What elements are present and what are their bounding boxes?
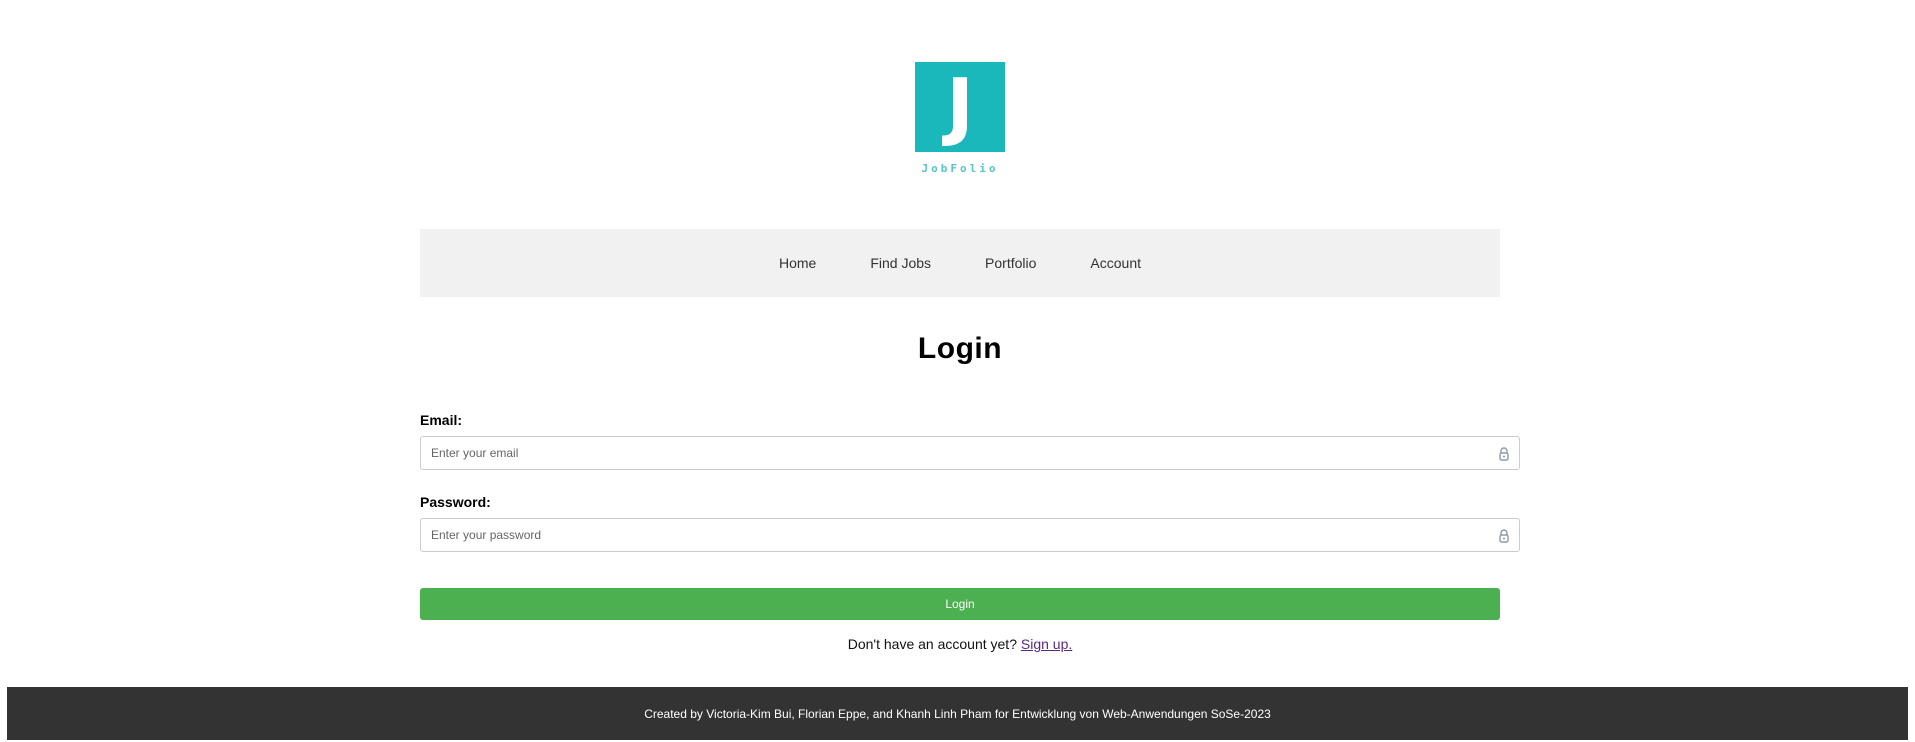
nav-item-find-jobs[interactable]: Find Jobs bbox=[870, 255, 931, 271]
main-nav: Home Find Jobs Portfolio Account bbox=[420, 229, 1500, 297]
footer: Created by Victoria-Kim Bui, Florian Epp… bbox=[7, 687, 1908, 740]
logo[interactable]: J JobFolio bbox=[915, 62, 1005, 175]
password-field-wrapper bbox=[420, 518, 1520, 552]
email-field-wrapper bbox=[420, 436, 1520, 470]
login-button[interactable]: Login bbox=[420, 588, 1500, 620]
nav-item-portfolio[interactable]: Portfolio bbox=[985, 255, 1036, 271]
nav-item-account[interactable]: Account bbox=[1090, 255, 1141, 271]
login-form: Email: Password: bbox=[420, 412, 1520, 552]
lock-icon[interactable] bbox=[1497, 446, 1511, 462]
email-field[interactable] bbox=[421, 437, 1501, 469]
password-label: Password: bbox=[420, 494, 491, 510]
password-field[interactable] bbox=[421, 519, 1501, 551]
page: J JobFolio Home Find Jobs Portfolio Acco… bbox=[0, 0, 1915, 742]
page-title: Login bbox=[917, 332, 1003, 365]
signup-link[interactable]: Sign up. bbox=[1021, 636, 1072, 652]
signup-prompt-text: Don't have an account yet? bbox=[847, 636, 1017, 652]
email-label: Email: bbox=[420, 412, 463, 428]
lock-icon[interactable] bbox=[1497, 528, 1511, 544]
logo-text: JobFolio bbox=[921, 162, 999, 175]
footer-text: Created by Victoria-Kim Bui, Florian Epp… bbox=[644, 706, 1271, 721]
logo-mark: J bbox=[915, 62, 1005, 152]
nav-item-home[interactable]: Home bbox=[779, 255, 816, 271]
signup-prompt: Don't have an account yet? Sign up. bbox=[0, 636, 1915, 652]
logo-letter: J bbox=[946, 63, 974, 149]
